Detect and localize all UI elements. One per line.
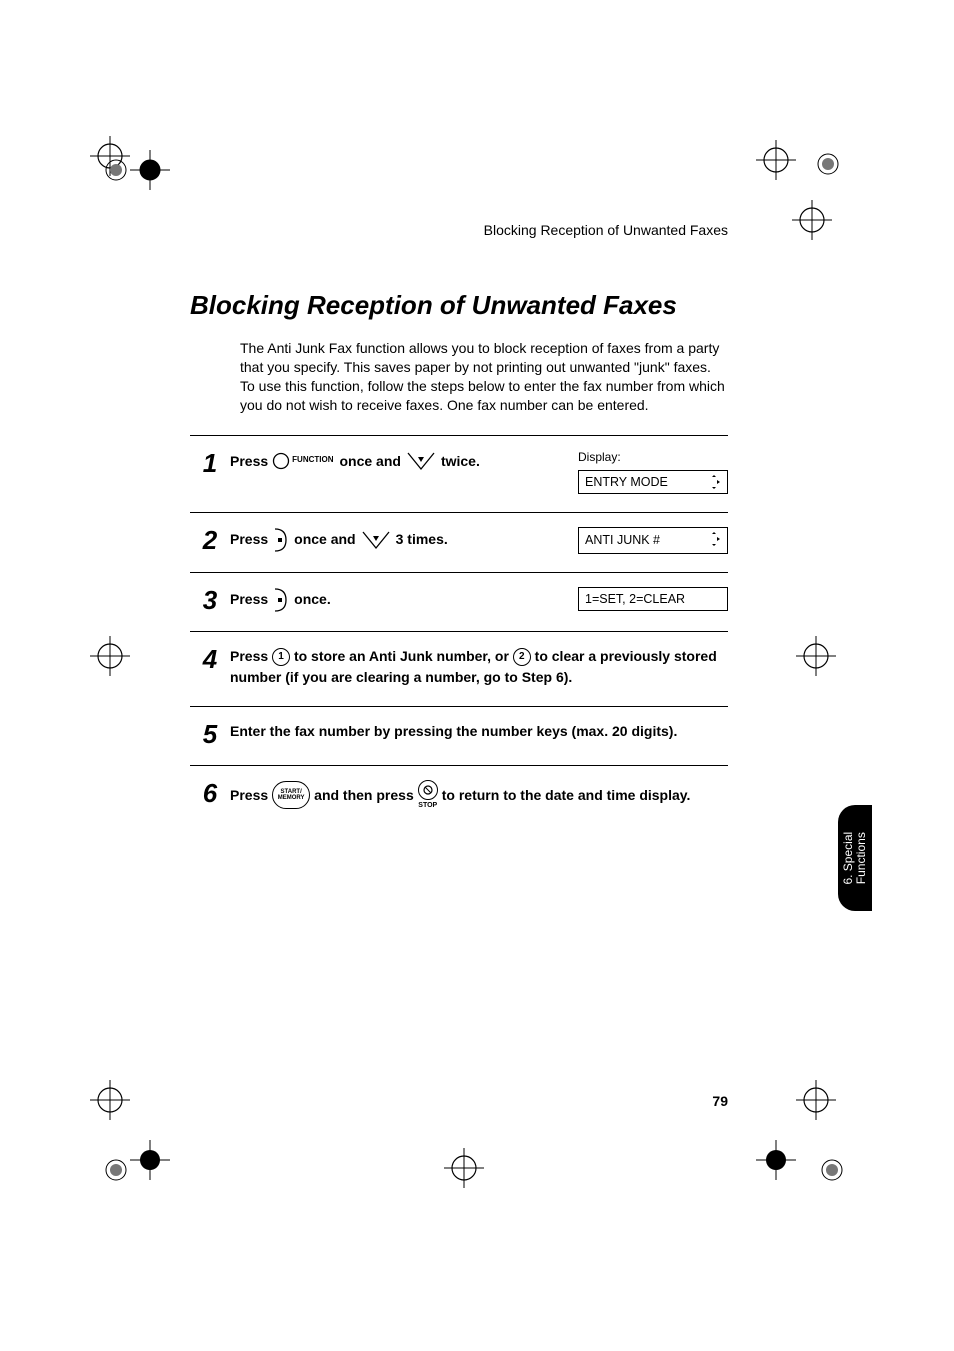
- text-once-and: once and: [294, 528, 355, 550]
- registration-dot: [104, 1158, 128, 1182]
- registration-mark: [444, 1148, 484, 1188]
- step-2: 2 Press once and 3 times.: [190, 513, 728, 573]
- page-title: Blocking Reception of Unwanted Faxes: [190, 290, 728, 321]
- steps-table: 1 Press FUNCTION once and twice.: [190, 435, 728, 829]
- step-number: 4: [190, 646, 230, 672]
- text-once: once.: [294, 588, 331, 610]
- registration-mark: [796, 636, 836, 676]
- numeric-key-1-icon: 1: [272, 648, 290, 666]
- text-tail: to return to the date and time display.: [442, 784, 691, 806]
- intro-paragraph: The Anti Junk Fax function allows you to…: [240, 339, 728, 415]
- display-value: 1=SET, 2=CLEAR: [585, 592, 685, 606]
- text-once-and: once and: [339, 450, 400, 472]
- registration-mark: [130, 150, 170, 190]
- registration-dot: [104, 158, 128, 182]
- registration-dot: [820, 1158, 844, 1182]
- text-3-times: 3 times.: [396, 528, 448, 550]
- text-press: Press: [230, 648, 268, 664]
- updown-arrow-icon: [707, 475, 721, 489]
- function-key-icon: FUNCTION: [272, 452, 335, 470]
- text-twice: twice.: [441, 450, 480, 472]
- step-4: 4 Press 1 to store an Anti Junk number, …: [190, 632, 728, 707]
- step-1: 1 Press FUNCTION once and twice.: [190, 436, 728, 513]
- registration-mark: [90, 1080, 130, 1120]
- step-number: 5: [190, 721, 230, 747]
- display-value: ENTRY MODE: [585, 475, 668, 489]
- registration-dot: [816, 152, 840, 176]
- stop-key-icon: STOP: [418, 780, 438, 811]
- start-memory-key-icon: START/ MEMORY: [272, 781, 310, 809]
- registration-mark: [756, 140, 796, 180]
- registration-mark: [130, 1140, 170, 1180]
- step-5: 5 Enter the fax number by pressing the n…: [190, 707, 728, 766]
- registration-mark: [90, 636, 130, 676]
- display-box: ENTRY MODE: [578, 470, 728, 494]
- numeric-key-2-icon: 2: [513, 648, 531, 666]
- step-number: 6: [190, 780, 230, 806]
- running-header: Blocking Reception of Unwanted Faxes: [190, 222, 728, 238]
- step-number: 3: [190, 587, 230, 613]
- page-number: 79: [712, 1093, 728, 1109]
- chapter-tab-label: 6. Special Functions: [842, 832, 868, 885]
- registration-mark: [792, 200, 832, 240]
- down-nav-key-icon: [360, 529, 392, 551]
- text-press: Press: [230, 588, 268, 610]
- text-press: Press: [230, 528, 268, 550]
- text-and-then-press: and then press: [314, 784, 414, 806]
- text-mid: to store an Anti Junk number, or: [294, 648, 509, 664]
- display-box: ANTI JUNK #: [578, 527, 728, 554]
- registration-mark: [796, 1080, 836, 1120]
- right-half-key-icon: [272, 527, 290, 553]
- right-half-key-icon: [272, 587, 290, 613]
- step-number: 2: [190, 527, 230, 553]
- step-5-text: Enter the fax number by pressing the num…: [230, 721, 728, 742]
- chapter-tab: 6. Special Functions: [838, 805, 872, 911]
- text-press: Press: [230, 784, 268, 806]
- text-press: Press: [230, 450, 268, 472]
- display-value: ANTI JUNK #: [585, 533, 660, 547]
- step-number: 1: [190, 450, 230, 476]
- down-nav-key-icon: [405, 450, 437, 472]
- registration-mark: [756, 1140, 796, 1180]
- display-box: 1=SET, 2=CLEAR: [578, 587, 728, 611]
- updown-arrow-icon: [707, 532, 721, 549]
- display-label: Display:: [578, 450, 728, 464]
- step-3: 3 Press once. 1=SET, 2=CLEAR: [190, 573, 728, 632]
- step-6: 6 Press START/ MEMORY and then press STO…: [190, 766, 728, 829]
